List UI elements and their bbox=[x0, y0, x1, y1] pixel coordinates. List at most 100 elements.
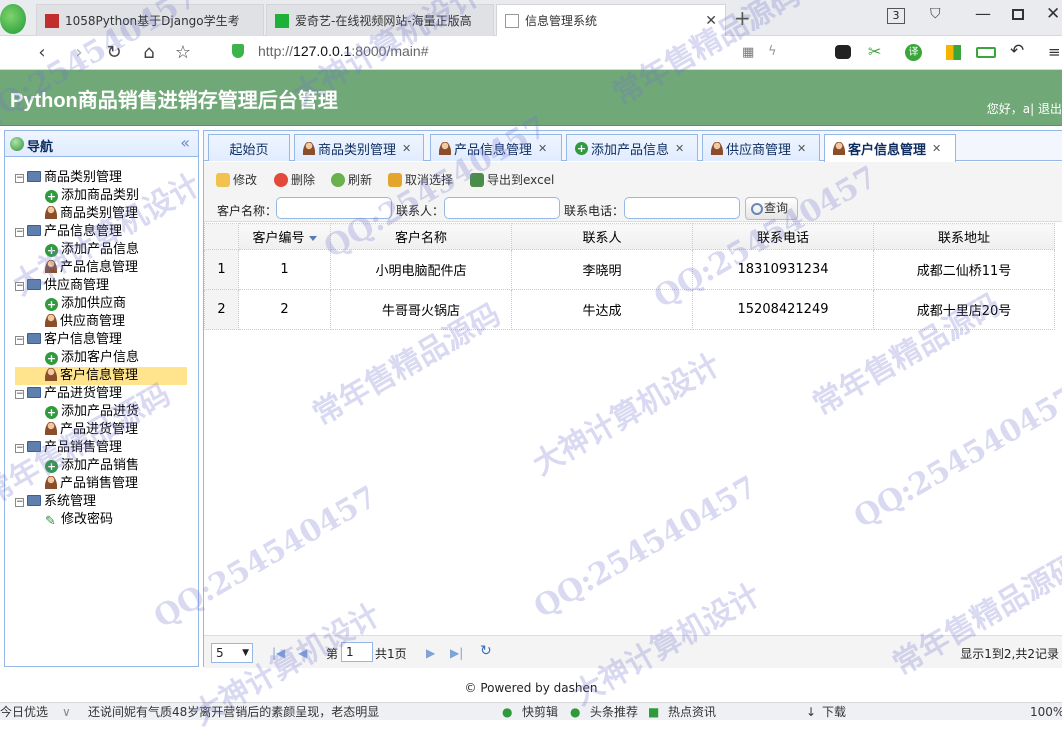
column-header-contact[interactable]: 联系人 bbox=[511, 223, 693, 250]
reload-icon[interactable]: ↻ bbox=[103, 42, 125, 64]
customer-name-input[interactable] bbox=[276, 197, 392, 219]
nav-item[interactable]: + 添加供应商 bbox=[45, 295, 126, 313]
nav-item[interactable]: + 添加产品销售 bbox=[45, 457, 139, 475]
pencil-icon bbox=[216, 173, 230, 187]
shirt-icon[interactable]: ⛉ bbox=[930, 6, 941, 22]
nav-group-label: 系统管理 bbox=[44, 494, 97, 509]
collapse-toggle-icon[interactable]: − bbox=[15, 228, 24, 237]
welcome-logout[interactable]: 您好，a| 退出 bbox=[987, 100, 1062, 117]
browser-tab[interactable]: 1058Python基于Django学生考 bbox=[36, 4, 264, 36]
url-input[interactable]: http://127.0.0.1:8000/main# bbox=[258, 43, 428, 59]
column-header-address[interactable]: 联系地址 bbox=[873, 223, 1055, 250]
nav-group[interactable]: − 系统管理 bbox=[15, 493, 96, 511]
pager-refresh-icon[interactable]: ↻ bbox=[480, 643, 492, 659]
collapse-icon[interactable]: « bbox=[180, 133, 190, 152]
query-button[interactable]: 查询 bbox=[745, 197, 798, 220]
tab-start[interactable]: 起始页 bbox=[208, 134, 290, 161]
apps-grid-icon[interactable] bbox=[946, 45, 961, 60]
contact-input[interactable] bbox=[444, 197, 560, 219]
collapse-toggle-icon[interactable]: − bbox=[15, 390, 24, 399]
tab-product[interactable]: 产品信息管理 ✕ bbox=[430, 134, 562, 161]
collapse-toggle-icon[interactable]: − bbox=[15, 444, 24, 453]
browser-tab[interactable]: 爱奇艺-在线视频网站-海量正版高 bbox=[266, 4, 494, 36]
status-download[interactable]: 下载 bbox=[822, 703, 846, 720]
qr-icon[interactable]: ▦ bbox=[742, 45, 754, 60]
status-hot[interactable]: 热点资讯 bbox=[668, 703, 716, 720]
table-row[interactable]: 1 1 小明电脑配件店 李晓明 18310931234 成都二仙桥11号 bbox=[204, 249, 1055, 290]
chevron-icon: ∨ bbox=[62, 705, 71, 719]
back-icon[interactable]: ‹ bbox=[31, 42, 53, 64]
nav-item[interactable]: + 添加客户信息 bbox=[45, 349, 139, 367]
status-zoom[interactable]: 100% bbox=[1030, 703, 1062, 720]
edit-button[interactable]: 修改 bbox=[216, 171, 257, 188]
forward-icon[interactable]: › bbox=[68, 42, 90, 64]
nav-item[interactable]: + 添加产品进货 bbox=[45, 403, 139, 421]
refresh-button[interactable]: 刷新 bbox=[331, 171, 372, 188]
nav-item[interactable]: 商品类别管理 bbox=[45, 205, 138, 223]
status-headline[interactable]: 头条推荐 bbox=[590, 703, 638, 720]
table-row[interactable]: 2 2 牛哥哥火锅店 牛达成 15208421249 成都十里店20号 bbox=[204, 289, 1055, 330]
close-tab-icon[interactable]: ✕ bbox=[932, 142, 941, 155]
close-tab-icon[interactable]: ✕ bbox=[797, 142, 806, 155]
home-icon[interactable]: ⌂ bbox=[138, 42, 160, 64]
column-header-phone[interactable]: 联系电话 bbox=[692, 223, 874, 250]
phone-input[interactable] bbox=[624, 197, 740, 219]
nav-item[interactable]: 产品进货管理 bbox=[45, 421, 138, 439]
lightning-icon[interactable]: ϟ bbox=[768, 44, 777, 59]
first-page-icon[interactable]: |◀ bbox=[272, 646, 285, 660]
nav-group[interactable]: − 产品信息管理 bbox=[15, 223, 122, 241]
column-header-id[interactable]: 客户编号 bbox=[238, 223, 331, 250]
close-tab-icon[interactable]: ✕ bbox=[402, 142, 411, 155]
extension-icon[interactable] bbox=[835, 45, 851, 59]
status-left[interactable]: 今日优选 bbox=[0, 703, 48, 720]
delete-button[interactable]: 删除 bbox=[274, 171, 315, 188]
maximize-icon[interactable] bbox=[1012, 9, 1024, 20]
new-tab-button[interactable]: + bbox=[734, 6, 751, 30]
tab-category[interactable]: 商品类别管理 ✕ bbox=[294, 134, 424, 161]
minimize-icon[interactable]: — bbox=[975, 4, 991, 23]
page-size-select[interactable]: 5 ▼ bbox=[211, 643, 253, 663]
status-news[interactable]: 还说间妮有气质48岁离开营销后的素颜呈现，老态明显 bbox=[88, 703, 379, 720]
tab-customer[interactable]: 客户信息管理 ✕ bbox=[824, 134, 956, 162]
export-excel-button[interactable]: 导出到excel bbox=[470, 171, 554, 188]
nav-item[interactable]: 客户信息管理 bbox=[15, 367, 187, 385]
next-page-icon[interactable]: ▶ bbox=[426, 646, 435, 660]
battery-icon[interactable] bbox=[976, 47, 996, 58]
nav-item-label: 产品信息管理 bbox=[60, 260, 139, 275]
close-tab-icon[interactable]: ✕ bbox=[675, 142, 684, 155]
nav-item[interactable]: ✎ 修改密码 bbox=[45, 511, 113, 529]
tab-count-badge[interactable]: 3 bbox=[887, 8, 905, 24]
last-page-icon[interactable]: ▶| bbox=[450, 646, 463, 660]
nav-group[interactable]: − 客户信息管理 bbox=[15, 331, 122, 349]
nav-item[interactable]: 产品销售管理 bbox=[45, 475, 138, 493]
status-clip[interactable]: 快剪辑 bbox=[522, 703, 558, 720]
add-icon: + bbox=[45, 190, 58, 203]
page-number-input[interactable]: 1 bbox=[341, 642, 373, 662]
prev-page-icon[interactable]: ◀ bbox=[298, 646, 307, 660]
nav-group[interactable]: − 供应商管理 bbox=[15, 277, 109, 295]
collapse-toggle-icon[interactable]: − bbox=[15, 498, 24, 507]
tab-supplier[interactable]: 供应商管理 ✕ bbox=[702, 134, 820, 161]
close-tab-icon[interactable]: ✕ bbox=[538, 142, 547, 155]
translate-icon[interactable]: 译 bbox=[905, 44, 922, 61]
nav-group[interactable]: − 产品销售管理 bbox=[15, 439, 122, 457]
nav-item[interactable]: + 添加产品信息 bbox=[45, 241, 139, 259]
collapse-toggle-icon[interactable]: − bbox=[15, 174, 24, 183]
nav-item[interactable]: + 添加商品类别 bbox=[45, 187, 139, 205]
nav-group[interactable]: − 商品类别管理 bbox=[15, 169, 122, 187]
close-tab-icon[interactable]: ✕ bbox=[699, 13, 717, 29]
nav-group[interactable]: − 产品进货管理 bbox=[15, 385, 122, 403]
column-header-name[interactable]: 客户名称 bbox=[330, 223, 512, 250]
browser-tab-active[interactable]: 信息管理系统 ✕ bbox=[496, 4, 726, 36]
scissors-icon[interactable]: ✂ bbox=[868, 42, 881, 61]
collapse-toggle-icon[interactable]: − bbox=[15, 336, 24, 345]
close-window-icon[interactable]: ✕ bbox=[1046, 4, 1060, 24]
undo-icon[interactable]: ↶ bbox=[1010, 41, 1024, 61]
nav-item[interactable]: 供应商管理 bbox=[45, 313, 125, 331]
nav-item[interactable]: 产品信息管理 bbox=[45, 259, 138, 277]
menu-icon[interactable]: ≡ bbox=[1048, 43, 1061, 61]
bookmark-star-icon[interactable]: ☆ bbox=[172, 42, 194, 64]
collapse-toggle-icon[interactable]: − bbox=[15, 282, 24, 291]
cancel-selection-button[interactable]: 取消选择 bbox=[388, 171, 453, 188]
tab-add-product[interactable]: + 添加产品信息 ✕ bbox=[566, 134, 698, 161]
